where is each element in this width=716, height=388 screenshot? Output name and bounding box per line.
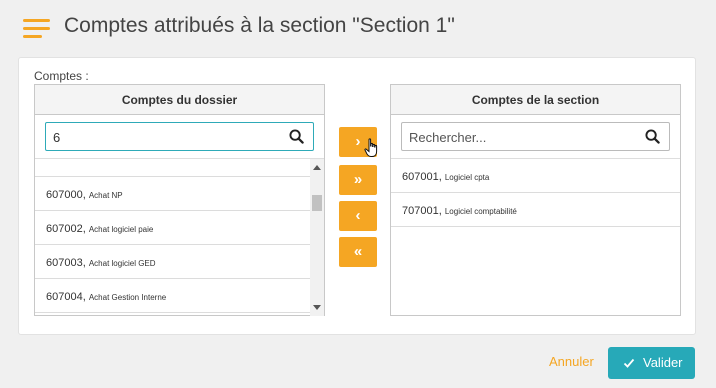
search-icon[interactable] <box>289 129 304 144</box>
section-accounts-panel: Comptes de la section 607001, Logiciel c… <box>390 84 681 316</box>
hand-cursor-icon <box>364 138 378 157</box>
scroll-down-arrow-icon[interactable] <box>313 305 321 310</box>
list-scrollbar[interactable] <box>310 159 324 316</box>
list-item[interactable]: 607001, Logiciel cpta <box>391 159 680 193</box>
available-accounts-title: Comptes du dossier <box>35 85 324 115</box>
list-item[interactable]: 607000, Achat NP <box>35 177 310 211</box>
form-card: Comptes : Comptes du dossier 607000, Ach… <box>18 57 696 335</box>
search-icon[interactable] <box>645 129 660 144</box>
available-accounts-search-input[interactable] <box>53 129 273 146</box>
validate-button[interactable]: Valider <box>608 347 695 379</box>
available-accounts-list: 607000, Achat NP 607002, Achat logiciel … <box>35 159 310 316</box>
available-accounts-panel: Comptes du dossier 607000, Achat NP 6070… <box>34 84 325 316</box>
scroll-up-arrow-icon[interactable] <box>313 165 321 170</box>
list-item[interactable]: 607003, Achat logiciel GED <box>35 245 310 279</box>
validate-button-label: Valider <box>643 355 683 370</box>
section-accounts-title: Comptes de la section <box>391 85 680 115</box>
comptes-label: Comptes : <box>34 69 89 83</box>
menu-lines-icon <box>23 19 50 38</box>
remove-selected-button[interactable]: ‹ <box>339 201 377 231</box>
remove-all-button[interactable]: « <box>339 237 377 267</box>
dialog-header: Comptes attribués à la section "Section … <box>0 0 716 56</box>
cancel-button[interactable]: Annuler <box>549 354 594 369</box>
list-item[interactable]: 607002, Achat logiciel paie <box>35 211 310 245</box>
list-item-partial[interactable] <box>35 159 310 177</box>
available-accounts-search[interactable] <box>45 122 314 151</box>
list-item[interactable]: 707001, Logiciel comptabilité <box>391 193 680 227</box>
list-item[interactable]: 607004, Achat Gestion Interne <box>35 279 310 313</box>
section-accounts-search-input[interactable] <box>409 129 629 146</box>
scroll-thumb[interactable] <box>312 195 322 211</box>
page-title: Comptes attribués à la section "Section … <box>64 14 455 37</box>
add-all-button[interactable]: » <box>339 165 377 195</box>
check-icon <box>623 358 635 368</box>
section-accounts-list: 607001, Logiciel cpta 707001, Logiciel c… <box>391 159 680 316</box>
section-accounts-search[interactable] <box>401 122 670 151</box>
